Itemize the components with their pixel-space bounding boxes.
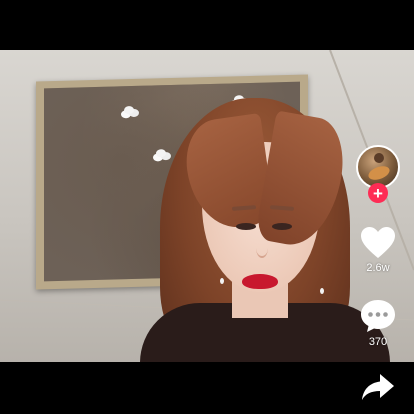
share-arrow-icon xyxy=(354,372,402,402)
comment-count: 370 xyxy=(368,336,388,348)
share-button[interactable] xyxy=(354,372,402,404)
action-column: + 2.6w 370 xyxy=(354,0,414,414)
like-count: 2.6w xyxy=(366,262,390,274)
follow-button[interactable]: + xyxy=(368,183,388,203)
video-player-screen: + 2.6w 370 xyxy=(0,0,414,414)
heart-icon xyxy=(354,226,402,260)
like-button[interactable]: 2.6w xyxy=(354,226,402,274)
lips xyxy=(242,274,278,289)
comment-button[interactable]: 370 xyxy=(354,298,402,348)
chat-bubble-icon xyxy=(354,298,402,334)
person xyxy=(140,78,390,362)
video-frame[interactable] xyxy=(0,50,414,362)
